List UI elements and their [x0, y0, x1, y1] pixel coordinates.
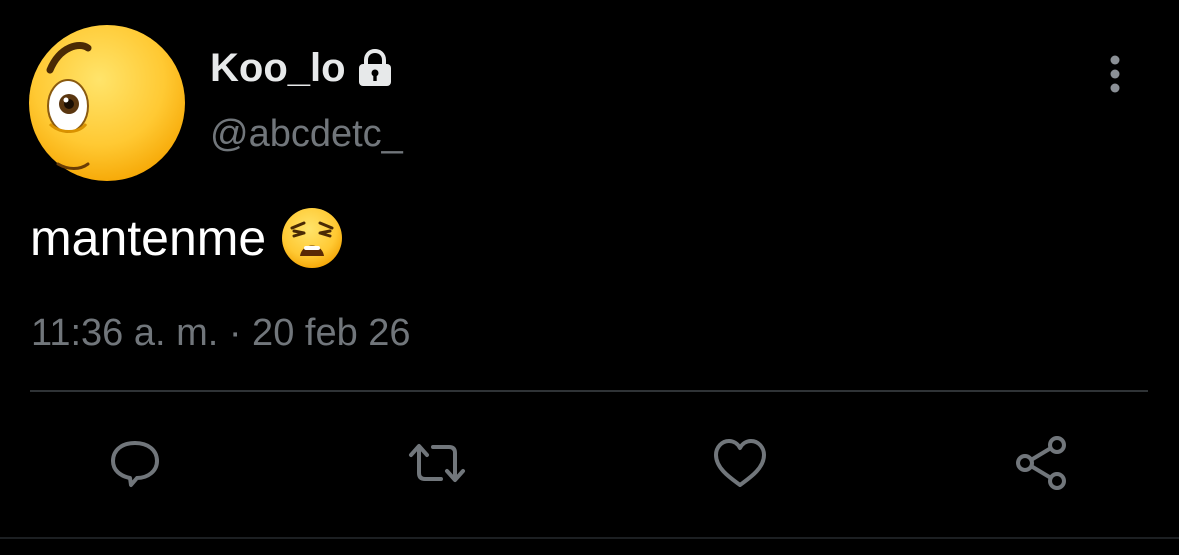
weary-face-emoji-icon: [282, 208, 343, 268]
avatar[interactable]: [28, 24, 186, 182]
tweet-text-row: mantenme: [30, 206, 344, 270]
tweet-timestamp[interactable]: 11:36 a. m. · 20 feb 26: [31, 310, 411, 356]
bottom-divider: [0, 537, 1179, 539]
display-name-row[interactable]: Koo_lo: [210, 44, 396, 92]
retweet-icon: [409, 444, 465, 482]
retweet-button[interactable]: [406, 432, 468, 494]
user-handle[interactable]: @abcdetc_: [210, 111, 403, 157]
vertical-dots-icon: [1110, 55, 1120, 93]
like-button[interactable]: [709, 432, 771, 494]
reply-icon: [111, 441, 159, 487]
display-name[interactable]: Koo_lo: [210, 44, 346, 92]
divider: [30, 390, 1148, 392]
share-icon: [1016, 436, 1066, 490]
raised-eyebrow-emoji-avatar: [29, 25, 185, 181]
more-options-button[interactable]: [1094, 52, 1136, 96]
heart-icon: [714, 439, 766, 487]
reply-button[interactable]: [104, 432, 166, 494]
share-button[interactable]: [1012, 432, 1074, 494]
tweet-text: mantenme: [30, 210, 267, 266]
lock-icon: [354, 47, 396, 89]
